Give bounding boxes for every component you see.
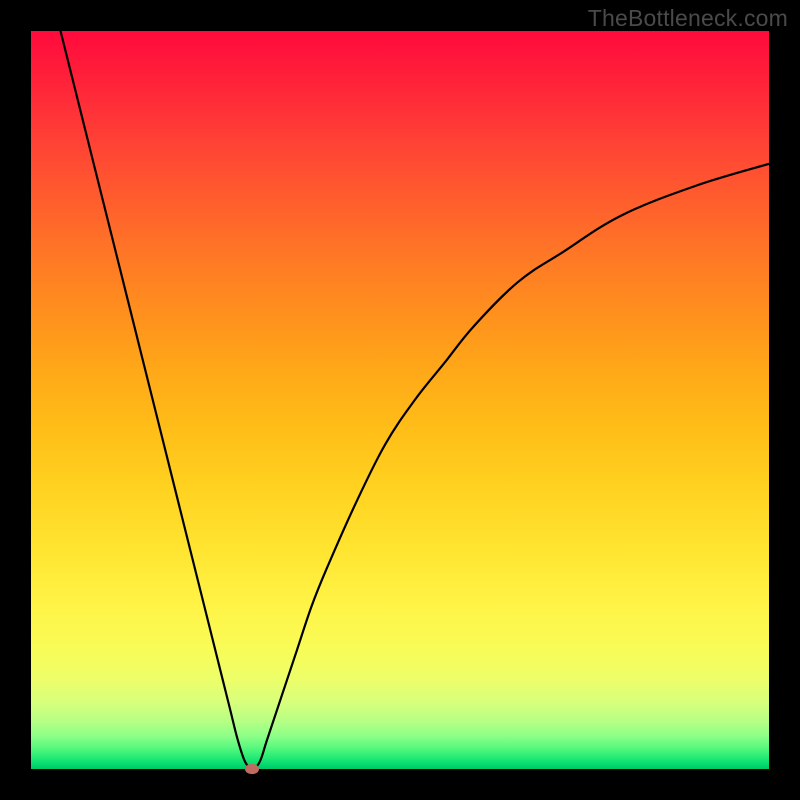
bottleneck-curve bbox=[31, 31, 769, 769]
chart-frame: TheBottleneck.com bbox=[0, 0, 800, 800]
minimum-marker bbox=[245, 764, 259, 774]
plot-area bbox=[31, 31, 769, 769]
watermark-text: TheBottleneck.com bbox=[588, 5, 788, 32]
